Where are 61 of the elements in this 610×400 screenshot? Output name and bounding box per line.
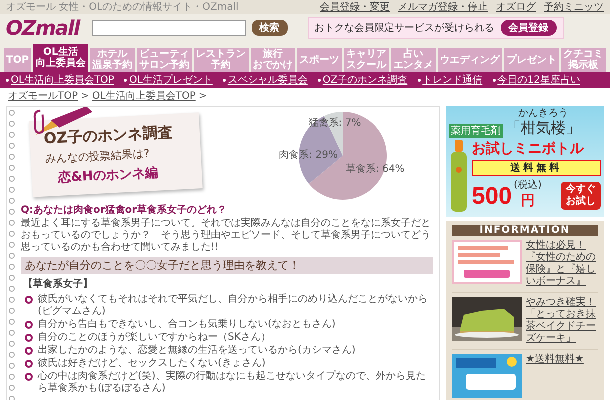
intro-paragraph: 最近よく耳にする草食系男子について。それでは実際みんなは自分のことをなに系女子だとおもっているのでしょうか？ そう思う理由やエピソード、そして草食系男子についてどう思っているのかも合わせて聞いてみました!!: [21, 218, 432, 254]
bullet-icon: [25, 321, 33, 329]
card-title-line: OZ子のホンネ調査: [44, 122, 174, 149]
try-now-button[interactable]: 今すぐお試し: [561, 182, 601, 210]
answer-text: 彼氏がいなくてもそれはそれで平気だし、自分から相手にのめり込んだことがないから(ピグマムさん): [38, 294, 429, 318]
question-heading: Q:あなたは肉食or猛禽or草食系女子のどれ？: [21, 204, 228, 217]
answer-text: 自分から告白もできないし、合コンも気乗りしない(なおともさん): [38, 319, 336, 331]
bullet-icon: [222, 78, 226, 82]
bullet-icon: [25, 334, 33, 342]
search-field[interactable]: [92, 20, 246, 36]
card-title-line: みんなの投票結果は?: [44, 146, 152, 166]
bullet-icon: [25, 360, 33, 368]
header-link[interactable]: オズログ: [496, 0, 536, 14]
header-link[interactable]: メルマガ登録・停止: [398, 0, 488, 14]
sub-nav-link[interactable]: 今日の12星座占い: [498, 73, 580, 87]
sub-nav-link[interactable]: トレンド通信: [422, 73, 483, 87]
ad-brand-name: 「柑気楼」: [506, 119, 581, 138]
sub-nav-link[interactable]: スペシャル委員会: [228, 73, 308, 87]
sub-nav-link[interactable]: OL生活向上委員会TOP: [11, 73, 114, 87]
breadcrumb-link[interactable]: OL生活向上委員会TOP: [92, 89, 196, 103]
card-title-line: 恋&Hのホンネ編: [56, 164, 160, 188]
slice-label: 肉食系: 29%: [279, 150, 338, 161]
currency-text: 円: [520, 192, 535, 210]
bullet-icon: [492, 78, 496, 82]
site-tagline: オズモール 女性・OLのための情報サイト・OZmall: [6, 0, 239, 14]
shipping-label: 送料無料: [472, 160, 601, 176]
information-title: INFORMATION: [452, 225, 598, 236]
bullet-icon: [25, 296, 33, 304]
answer-text: 出家したかのような、恋愛と無縁の生活を送っているから(カシマさん): [38, 345, 356, 357]
bullet-icon: [6, 78, 9, 82]
sub-nav-link[interactable]: OL生活プレゼント: [129, 73, 213, 87]
promo-text: おトクな会員限定サービスが受けられる: [314, 22, 495, 35]
group-label: 【草食系女子】: [23, 278, 94, 291]
answer-text: 心の中は肉食系だけど(笑)、実際の行動はなにも起こせないタイプなので、外から見たら草食系かも(ぽるぽるさん): [38, 371, 427, 395]
info-link[interactable]: ★送料無料★: [526, 354, 584, 398]
info-link[interactable]: やみつき確実！「とっておき抹茶ベイクドチーズケーキ」: [526, 297, 598, 345]
breadcrumb-separator: >: [81, 90, 90, 102]
site-logo[interactable]: OZmall: [6, 16, 80, 40]
ad-headline: お試しミニボトル: [472, 140, 586, 158]
bullet-icon: [318, 78, 321, 82]
breadcrumb-separator: >: [198, 90, 208, 102]
nav-tab[interactable]: OL生活 向上委員会: [33, 44, 88, 72]
ad-category-label: 薬用育毛剤: [449, 124, 503, 138]
answer-text: 自分のことのほうが楽しいですからねー（SKさん）: [38, 332, 271, 344]
breadcrumb-link[interactable]: オズモールTOP: [8, 89, 78, 103]
bullet-icon: [25, 373, 33, 381]
register-button[interactable]: 会員登録: [500, 20, 557, 36]
section-heading: あなたが自分のことを〇〇女子だと思う理由を教えて！: [21, 257, 433, 274]
slice-label: 草食系: 64%: [346, 164, 405, 175]
sub-nav-link[interactable]: OZ子のホンネ調査: [322, 73, 408, 87]
header-link[interactable]: 予約ミニッツ: [544, 0, 604, 14]
info-link[interactable]: 女性は必見！『女性のための保険』と『嬉しいボーナス』: [526, 240, 598, 288]
answer-text: 彼氏は好きだけど、セックスしたくない(きょさん): [38, 358, 266, 370]
header-link[interactable]: 会員登録・変更: [320, 0, 390, 14]
bullet-icon: [25, 347, 33, 355]
tax-note: (税込): [514, 178, 542, 192]
bullet-icon: [418, 78, 421, 82]
search-button[interactable]: 検索: [252, 20, 288, 36]
price-text: 500: [472, 184, 512, 210]
ad-ruby-text: かんきろう: [518, 109, 568, 119]
bullet-icon: [124, 78, 128, 82]
